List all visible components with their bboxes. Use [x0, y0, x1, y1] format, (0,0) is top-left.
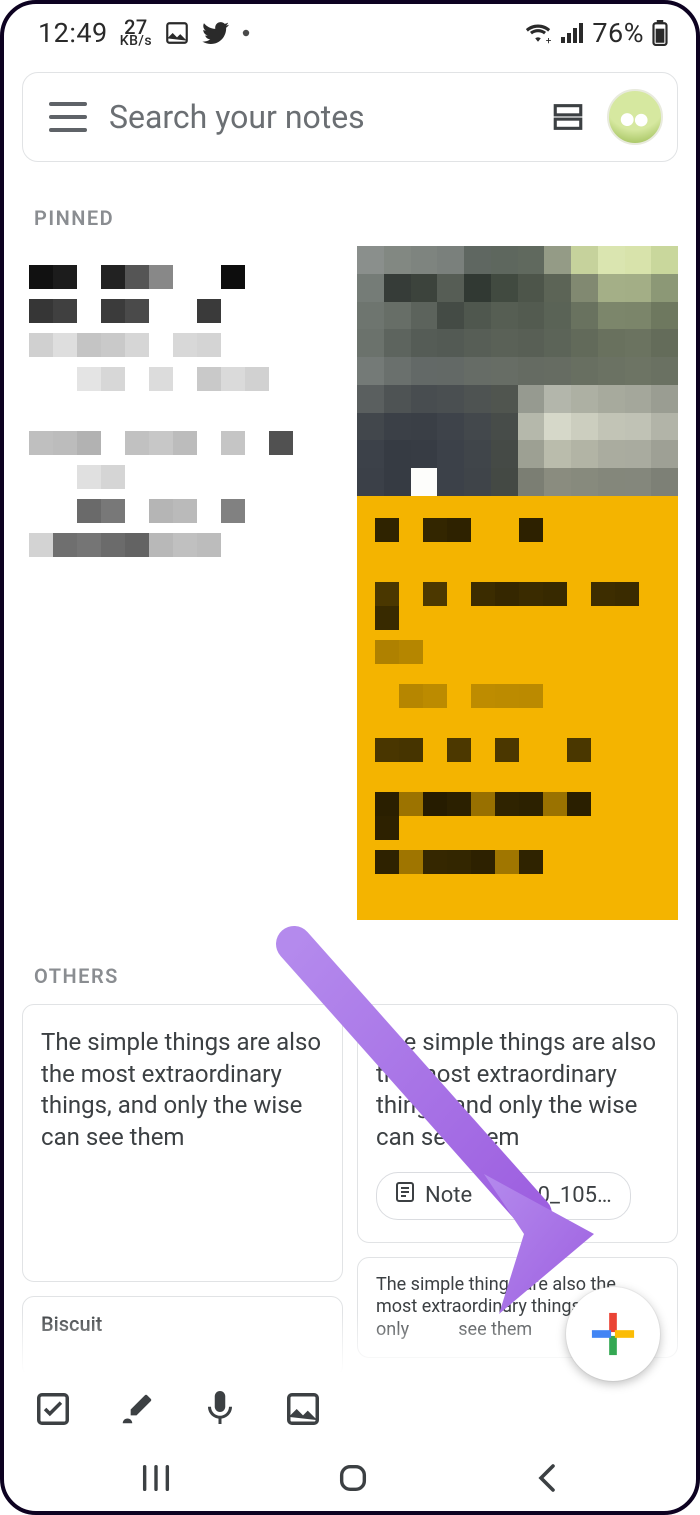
recents-button[interactable] — [139, 1463, 173, 1493]
system-nav-bar — [4, 1445, 696, 1511]
dot-icon — [242, 29, 250, 37]
svg-text:+: + — [546, 36, 552, 44]
attachment-chip[interactable]: Note 0_105… — [376, 1172, 631, 1220]
status-battery-pct: 76% — [592, 17, 644, 49]
battery-icon — [652, 20, 668, 46]
menu-icon[interactable] — [49, 102, 87, 132]
pinned-note-2[interactable] — [357, 246, 678, 920]
note-icon — [395, 1181, 415, 1211]
picture-icon — [164, 20, 190, 46]
layout-toggle-icon[interactable] — [551, 100, 585, 134]
wifi-icon: + — [524, 22, 552, 44]
back-button[interactable] — [533, 1463, 561, 1493]
status-time: 12:49 — [38, 17, 108, 49]
chip-label: Note 0_105… — [425, 1181, 612, 1210]
status-net-speed: 27 KB/s — [120, 19, 152, 48]
status-bar: 12:49 27 KB/s + 76% — [4, 4, 696, 58]
section-others-label: OTHERS — [4, 920, 696, 1004]
home-button[interactable] — [336, 1461, 370, 1495]
pinned-note-1[interactable] — [22, 246, 343, 576]
new-note-fab[interactable] — [566, 1287, 660, 1381]
microphone-icon[interactable] — [202, 1389, 238, 1429]
note-title: Biscuit — [41, 1311, 324, 1337]
note-text: The simple things are also the most extr… — [376, 1028, 656, 1151]
twitter-icon — [202, 19, 230, 47]
bottom-toolbar — [4, 1372, 696, 1445]
section-pinned-label: PINNED — [4, 162, 696, 246]
search-placeholder[interactable]: Search your notes — [109, 98, 529, 136]
note-text: The simple things are also the most extr… — [41, 1028, 321, 1151]
avatar[interactable] — [607, 89, 663, 145]
search-bar[interactable]: Search your notes — [22, 72, 678, 162]
note-card[interactable]: The simple things are also the most extr… — [357, 1004, 678, 1243]
image-icon[interactable] — [284, 1390, 322, 1428]
plus-icon — [590, 1311, 636, 1357]
checklist-icon[interactable] — [34, 1390, 72, 1428]
note-card[interactable]: Biscuit — [22, 1296, 343, 1378]
brush-icon[interactable] — [118, 1390, 156, 1428]
note-card[interactable]: The simple things are also the most extr… — [22, 1004, 343, 1282]
signal-icon — [560, 22, 584, 44]
